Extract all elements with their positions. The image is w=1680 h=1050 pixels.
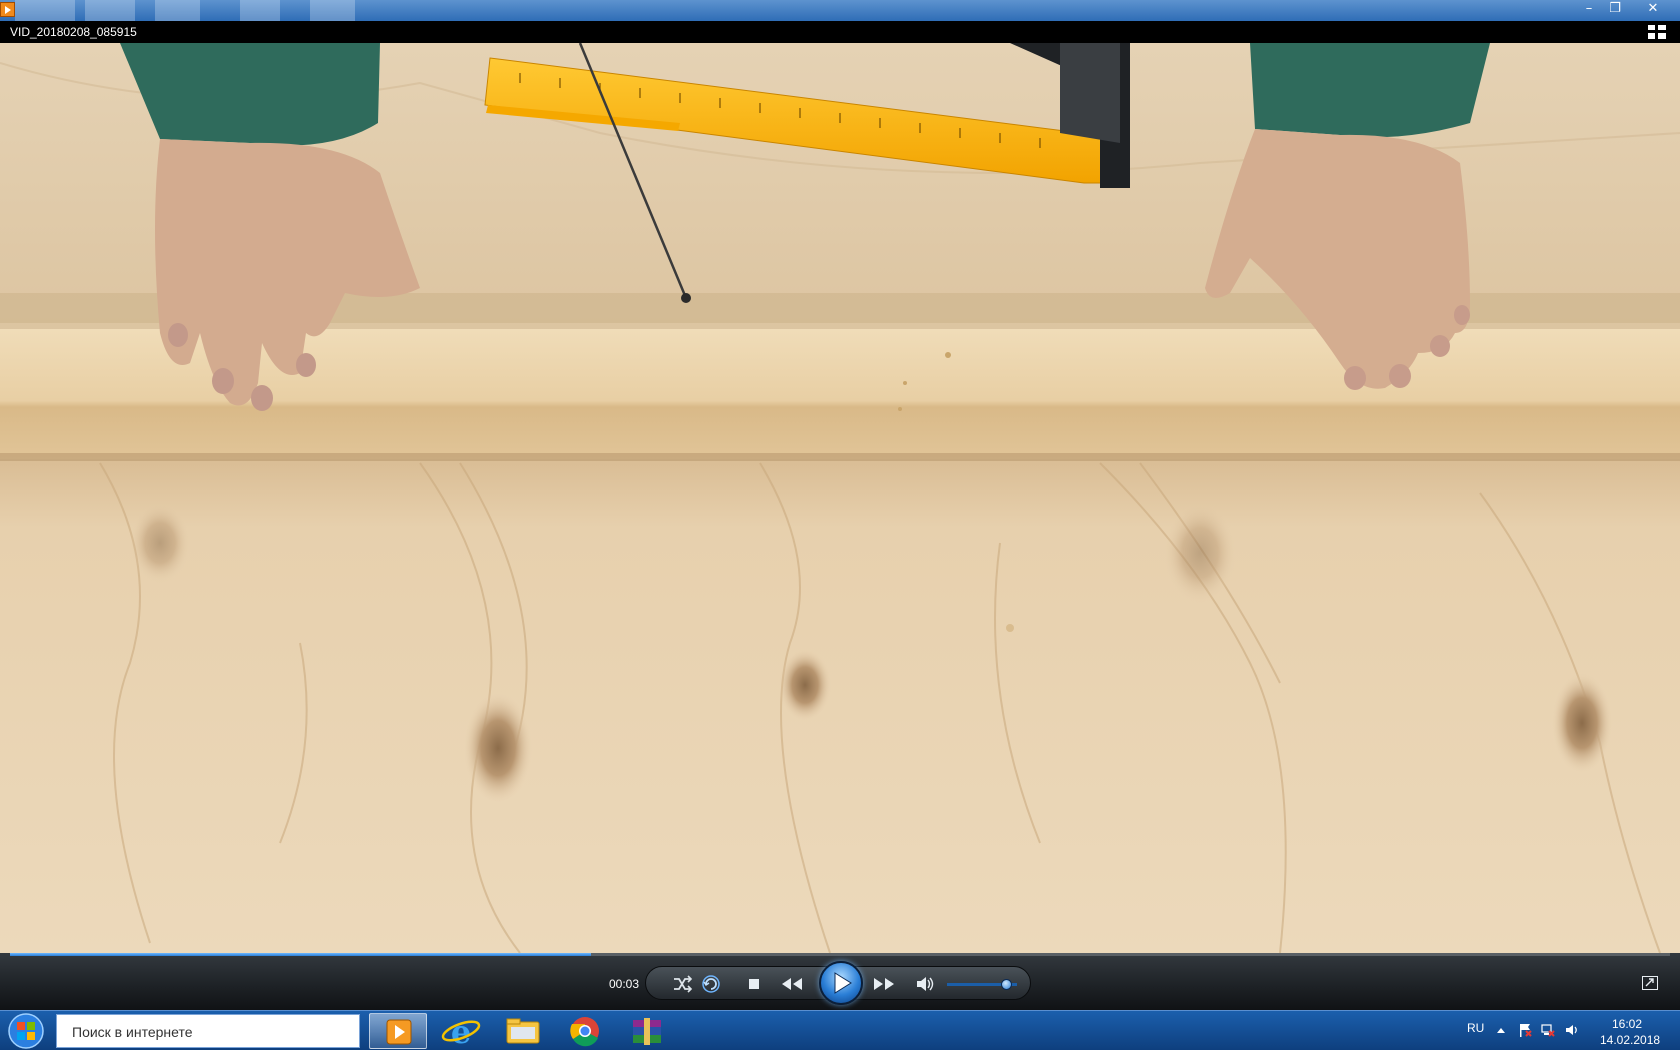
seek-bar-progress <box>10 953 591 956</box>
switch-to-library-icon[interactable] <box>1648 25 1666 39</box>
play-button[interactable] <box>819 961 863 1005</box>
taskbar-winrar[interactable] <box>618 1013 676 1049</box>
clock-time[interactable]: 16:02 <box>1612 1017 1642 1031</box>
video-image <box>0 43 1680 953</box>
elapsed-time: 00:03 <box>609 977 640 991</box>
ghost-tab <box>240 0 280 21</box>
shuffle-icon[interactable] <box>671 974 693 994</box>
web-search-placeholder: Поиск в интернете <box>72 1024 193 1040</box>
folder-icon <box>506 1018 540 1044</box>
restore-button[interactable]: ❐ <box>1602 0 1628 18</box>
taskbar-file-explorer[interactable] <box>494 1013 552 1049</box>
taskbar-media-player[interactable] <box>369 1013 427 1049</box>
volume-icon[interactable] <box>1565 1023 1579 1037</box>
video-frame[interactable] <box>0 43 1680 953</box>
fast-forward-icon[interactable] <box>869 974 899 994</box>
ghost-tab <box>85 0 135 21</box>
rewind-icon[interactable] <box>777 974 807 994</box>
taskbar: Поиск в интернете e RU 16:02 14.02.2018 <box>0 1010 1680 1050</box>
volume-slider-thumb[interactable] <box>1000 979 1012 990</box>
media-player-icon <box>386 1019 412 1045</box>
internet-explorer-icon: e <box>441 1013 481 1050</box>
seek-bar[interactable] <box>10 953 1670 956</box>
start-button[interactable] <box>3 1012 49 1050</box>
window-frame: – ❐ ✕ <box>0 0 1680 21</box>
ghost-tab <box>155 0 200 21</box>
repeat-icon[interactable] <box>700 974 722 994</box>
ghost-tab <box>15 0 75 21</box>
winrar-icon <box>633 1018 661 1045</box>
taskbar-chrome[interactable] <box>556 1013 614 1049</box>
svg-text:e: e <box>451 1013 471 1049</box>
chrome-icon <box>570 1017 599 1047</box>
language-indicator[interactable]: RU <box>1467 1021 1484 1035</box>
speaker-icon[interactable] <box>914 974 936 994</box>
minimize-button[interactable]: – <box>1576 0 1602 18</box>
network-icon[interactable] <box>1541 1023 1555 1037</box>
clock-date[interactable]: 14.02.2018 <box>1600 1033 1660 1047</box>
play-icon <box>834 972 852 994</box>
video-title-bar: VID_20180208_085915 <box>0 21 1680 43</box>
action-center-icon[interactable] <box>1518 1023 1532 1037</box>
ghost-tab <box>310 0 355 21</box>
transport-bar: 00:03 <box>0 953 1680 1010</box>
show-hidden-icons-icon[interactable] <box>1494 1023 1508 1037</box>
media-player-icon[interactable] <box>0 2 15 17</box>
video-title: VID_20180208_085915 <box>10 25 137 39</box>
volume-slider[interactable] <box>947 979 1017 990</box>
playback-controls <box>645 961 1031 1005</box>
close-button[interactable]: ✕ <box>1640 0 1666 18</box>
web-search-input[interactable]: Поиск в интернете <box>56 1014 360 1048</box>
switch-view-icon[interactable] <box>1642 976 1658 990</box>
stop-icon[interactable] <box>743 974 765 994</box>
taskbar-internet-explorer[interactable]: e <box>432 1013 490 1050</box>
